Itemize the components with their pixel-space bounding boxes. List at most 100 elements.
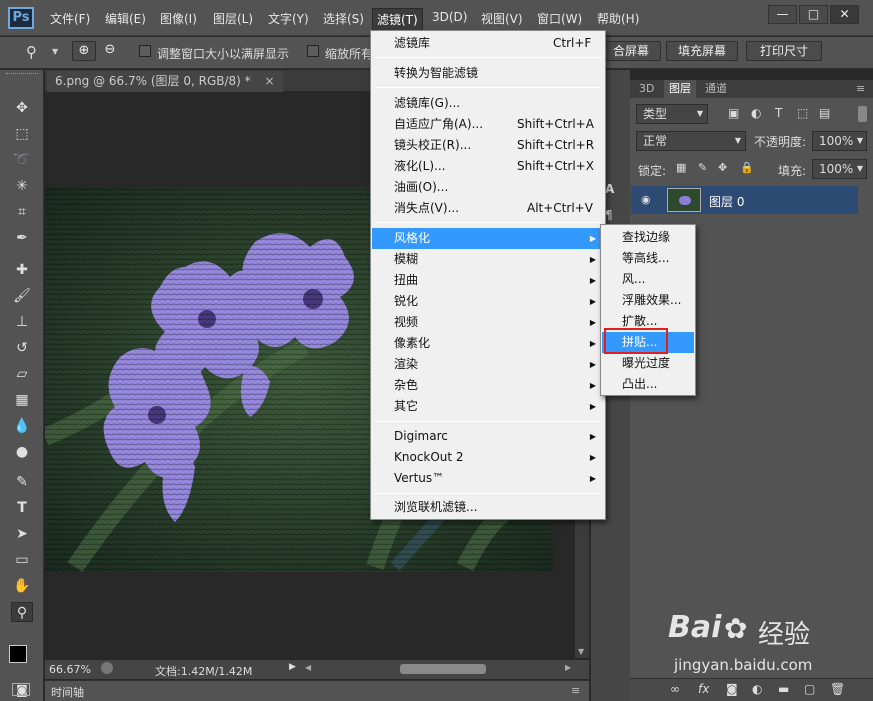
zoom-level[interactable]: 66.67% [49, 663, 91, 676]
menu-item-render[interactable]: 渲染 ▶ [372, 354, 604, 375]
eraser-icon[interactable]: ▱ [11, 364, 33, 384]
menu-layer[interactable]: 图层(L) [213, 10, 253, 27]
close-tab-icon[interactable]: × [265, 74, 275, 88]
zoom-all-checkbox[interactable] [307, 45, 319, 57]
lock-all-icon[interactable]: 🔒 [740, 161, 754, 174]
scroll-down-icon[interactable]: ▼ [578, 647, 584, 656]
tab-3d[interactable]: 3D [634, 80, 659, 98]
zoom-tool-icon[interactable]: ⚲ [11, 602, 33, 622]
menu-item-liquify[interactable]: 液化(L)... Shift+Ctrl+X [372, 156, 604, 177]
rectangle-tool-icon[interactable]: ▭ [11, 550, 33, 570]
pen-tool-icon[interactable]: ✎ [11, 472, 33, 492]
minimize-button[interactable]: — [768, 5, 797, 24]
lock-position-icon[interactable]: ✥ [718, 161, 727, 174]
filter-toggle[interactable] [858, 106, 867, 122]
blend-mode-select[interactable]: 正常 ▼ [636, 131, 746, 151]
layer-name[interactable]: 图层 0 [709, 193, 744, 210]
tab-channels[interactable]: 通道 [700, 80, 732, 98]
clone-stamp-icon[interactable]: ⊥ [11, 312, 33, 332]
submenu-item-find-edges[interactable]: 查找边缘 [602, 227, 694, 248]
dodge-tool-icon[interactable]: ● [11, 442, 33, 462]
crop-tool-icon[interactable]: ⌗ [11, 202, 33, 222]
timeline-menu-icon[interactable]: ≡ [571, 684, 580, 697]
menu-item-filter-gallery[interactable]: 滤镜库(G)... [372, 93, 604, 114]
menu-file[interactable]: 文件(F) [50, 10, 90, 27]
horizontal-scroll-thumb[interactable] [400, 664, 486, 674]
fit-screen-button[interactable]: 合屏幕 [601, 41, 661, 61]
submenu-item-contour[interactable]: 等高线... [602, 248, 694, 269]
menu-item-browse-online[interactable]: 浏览联机滤镜... [372, 497, 604, 518]
maximize-button[interactable]: □ [799, 5, 828, 24]
menu-view[interactable]: 视图(V) [481, 10, 523, 27]
menu-item-noise[interactable]: 杂色 ▶ [372, 375, 604, 396]
resize-windows-checkbox[interactable] [139, 45, 151, 57]
menu-type[interactable]: 文字(Y) [268, 10, 309, 27]
gradient-tool-icon[interactable]: ▦ [11, 390, 33, 410]
menu-item-convert-smart[interactable]: 转换为智能滤镜 [372, 63, 604, 84]
filter-kind-select[interactable]: 类型 ▼ [636, 104, 708, 124]
hand-tool-icon[interactable]: ✋ [11, 576, 33, 596]
tool-preset-chevron-icon[interactable]: ▼ [52, 47, 58, 56]
scroll-left-icon[interactable]: ◀ [305, 663, 311, 672]
layer-row[interactable]: ◉ 图层 0 [631, 186, 858, 214]
blur-tool-icon[interactable]: 💧 [11, 416, 33, 436]
submenu-item-solarize[interactable]: 曝光过度 [602, 353, 694, 374]
menu-item-knockout[interactable]: KnockOut 2 ▶ [372, 447, 604, 468]
zoom-in-icon[interactable]: ⊕ [72, 41, 96, 61]
menu-item-lens-correction[interactable]: 镜头校正(R)... Shift+Ctrl+R [372, 135, 604, 156]
menu-image[interactable]: 图像(I) [160, 10, 197, 27]
menu-help[interactable]: 帮助(H) [597, 10, 639, 27]
menu-item-other[interactable]: 其它 ▶ [372, 396, 604, 417]
panel-menu-icon[interactable]: ≡ [856, 82, 865, 95]
paragraph-panel-icon[interactable]: ¶ [605, 208, 613, 222]
fill-screen-button[interactable]: 填充屏幕 [666, 41, 738, 61]
opacity-field[interactable]: 100% ▼ [812, 131, 867, 151]
menu-item-distort[interactable]: 扭曲 ▶ [372, 270, 604, 291]
type-tool-icon[interactable]: T [11, 498, 33, 518]
menu-window[interactable]: 窗口(W) [537, 10, 582, 27]
marquee-tool-icon[interactable]: ⬚ [11, 124, 33, 144]
status-info-icon[interactable] [101, 662, 113, 674]
menu-item-pixelate[interactable]: 像素化 ▶ [372, 333, 604, 354]
brush-tool-icon[interactable]: 🖌 [11, 286, 33, 306]
menu-item-sharpen[interactable]: 锐化 ▶ [372, 291, 604, 312]
timeline-label[interactable]: 时间轴 [51, 684, 84, 700]
healing-brush-icon[interactable]: ✚ [11, 260, 33, 280]
smart-object-filter-icon[interactable]: ▤ [819, 106, 830, 120]
menu-item-oil-paint[interactable]: 油画(O)... [372, 177, 604, 198]
shape-filter-icon[interactable]: ⬚ [797, 106, 808, 120]
menu-item-video[interactable]: 视频 ▶ [372, 312, 604, 333]
eyedropper-icon[interactable]: ✒ [11, 228, 33, 248]
fill-field[interactable]: 100% ▼ [812, 159, 867, 179]
print-size-button[interactable]: 打印尺寸 [746, 41, 822, 61]
type-filter-icon[interactable]: T [775, 106, 782, 120]
submenu-item-emboss[interactable]: 浮雕效果... [602, 290, 694, 311]
zoom-tool-icon[interactable]: ⚲ [26, 43, 37, 61]
document-tab[interactable]: 6.png @ 66.7% (图层 0, RGB/8) * × [47, 71, 283, 92]
lock-transparent-icon[interactable]: ▦ [676, 161, 686, 174]
menu-item-stylize[interactable]: 风格化 ▶ [372, 228, 604, 249]
tab-layers[interactable]: 图层 [664, 80, 696, 98]
menu-edit[interactable]: 编辑(E) [105, 10, 146, 27]
menu-item-digimarc[interactable]: Digimarc ▶ [372, 426, 604, 447]
status-menu-arrow-icon[interactable]: ▶ [289, 662, 296, 672]
menu-filter[interactable]: 滤镜(T) [372, 8, 423, 31]
menu-item-blur[interactable]: 模糊 ▶ [372, 249, 604, 270]
menu-item-adaptive-wide-angle[interactable]: 自适应广角(A)... Shift+Ctrl+A [372, 114, 604, 135]
submenu-item-extrude[interactable]: 凸出... [602, 374, 694, 395]
zoom-out-icon[interactable]: ⊖ [98, 41, 122, 61]
adjustment-filter-icon[interactable]: ◐ [751, 106, 761, 120]
menu-select[interactable]: 选择(S) [323, 10, 364, 27]
magic-wand-icon[interactable]: ✳ [11, 176, 33, 196]
menu-3d[interactable]: 3D(D) [432, 10, 467, 24]
close-button[interactable]: ✕ [830, 5, 859, 24]
menu-item-vanishing-point[interactable]: 消失点(V)... Alt+Ctrl+V [372, 198, 604, 219]
menu-item-vertus[interactable]: Vertus™ ▶ [372, 468, 604, 489]
eye-visibility-icon[interactable]: ◉ [641, 193, 651, 206]
lasso-tool-icon[interactable]: ➰ [11, 150, 33, 170]
menu-item-filter-gallery-last[interactable]: 滤镜库 Ctrl+F [372, 33, 604, 54]
foreground-color-swatch[interactable] [9, 645, 27, 663]
panel-grip[interactable] [6, 73, 38, 77]
history-brush-icon[interactable]: ↺ [11, 338, 33, 358]
screen-mode-icon[interactable] [12, 683, 30, 696]
